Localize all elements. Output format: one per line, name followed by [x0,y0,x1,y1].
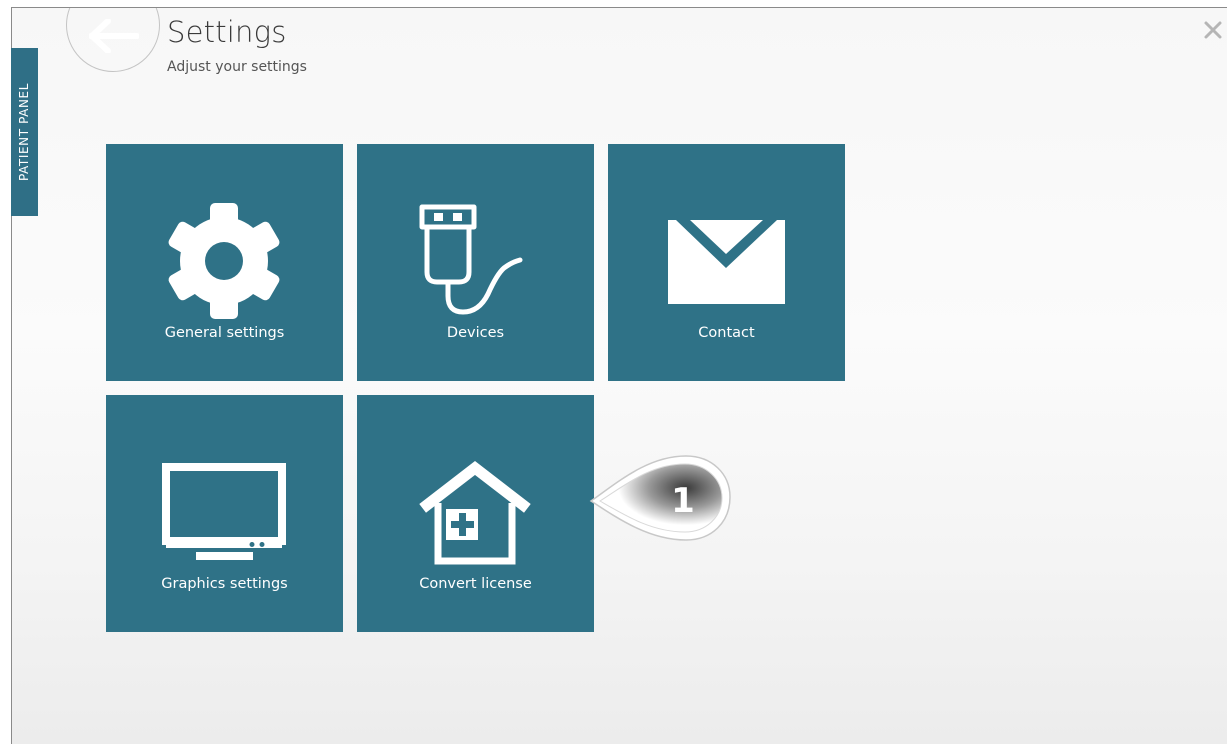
tile-label: Convert license [419,576,532,592]
back-button[interactable] [66,8,160,72]
usb-cable-icon [419,204,523,315]
tile-label: Graphics settings [161,576,288,592]
callout-marker: 1 [588,452,734,548]
patient-panel-label: PATIENT PANEL [17,82,32,182]
monitor-icon [162,463,286,560]
gear-icon [168,203,280,319]
house-plus-icon [419,461,531,565]
callout-number: 1 [671,481,695,521]
close-button[interactable] [1199,17,1227,45]
back-arrow-icon [89,19,139,53]
callout-bubble: 1 [589,455,731,541]
tile-convert-license[interactable]: Convert license [357,395,594,632]
page-subtitle: Adjust your settings [167,59,307,75]
tile-contact[interactable]: Contact [608,144,845,381]
envelope-icon [668,220,785,304]
tile-devices[interactable]: Devices [357,144,594,381]
close-icon [1204,21,1222,38]
tile-label: Devices [446,325,505,341]
page-title: Settings [167,15,287,49]
tile-graphics-settings[interactable]: Graphics settings [106,395,343,632]
tile-label: Contact [698,325,755,341]
tile-general-settings[interactable]: General settings [106,144,343,381]
patient-panel-tab[interactable]: PATIENT PANEL [11,48,38,216]
tile-label: General settings [164,325,285,341]
